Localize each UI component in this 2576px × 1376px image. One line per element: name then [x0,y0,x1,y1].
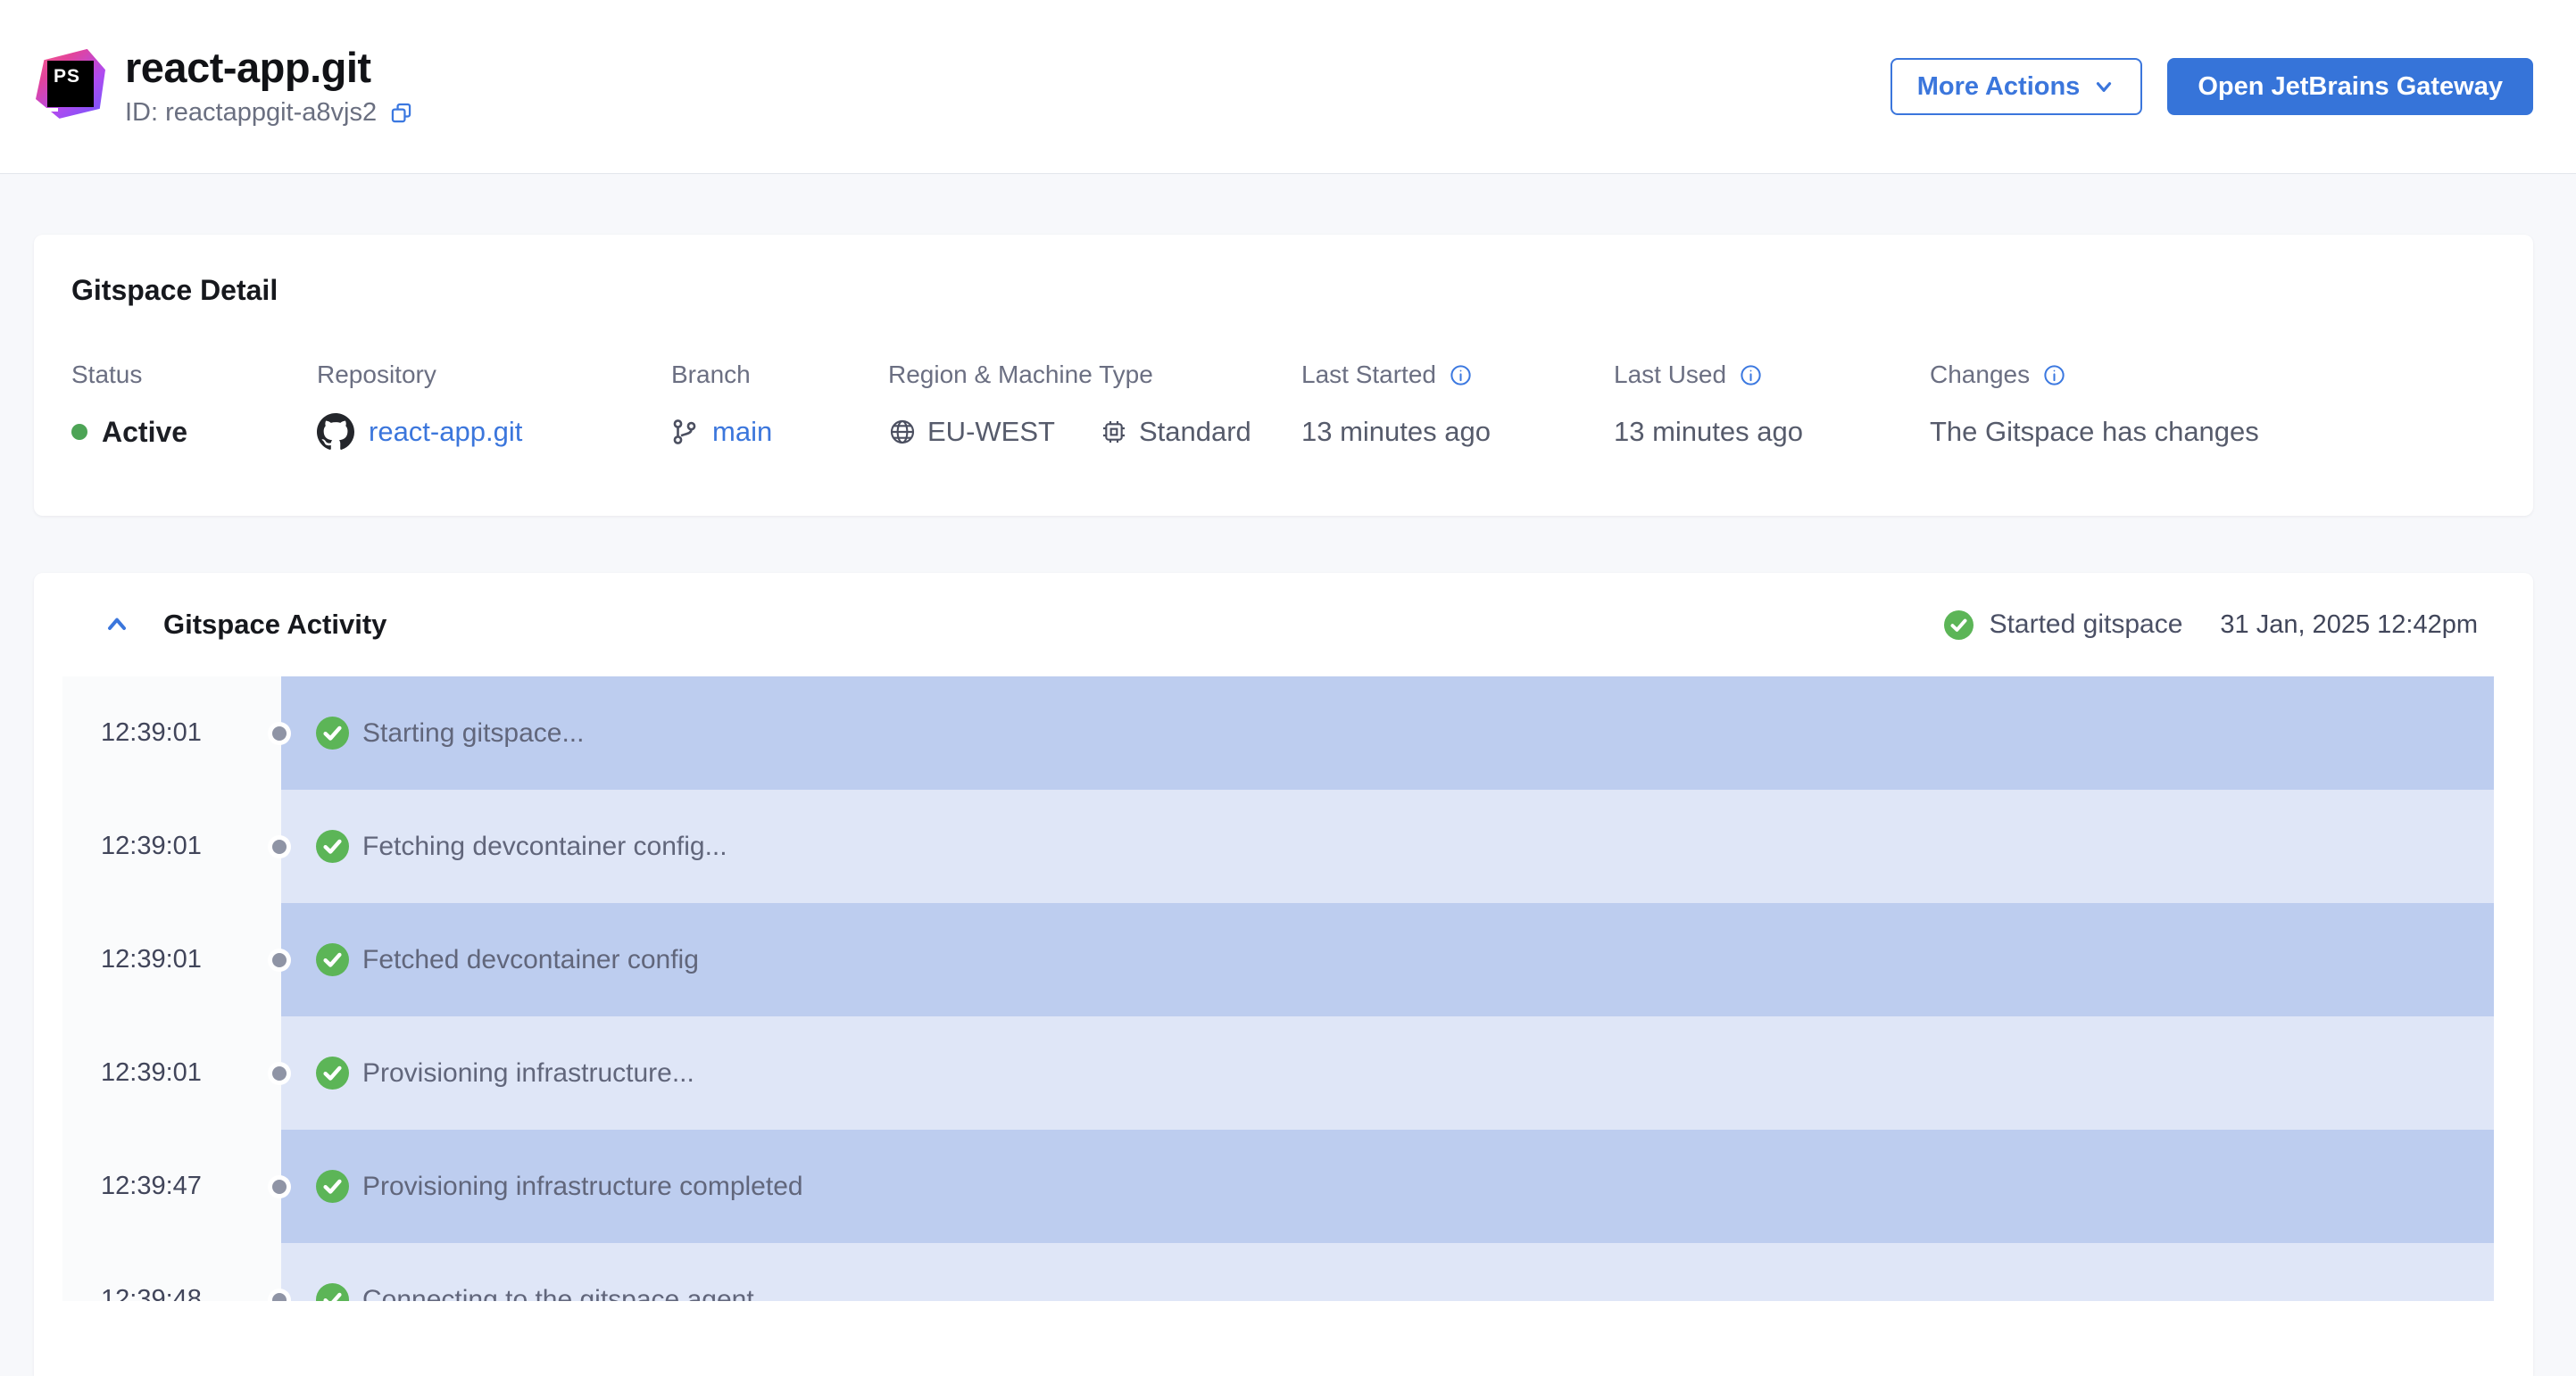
branch-label: Branch [671,361,751,388]
github-icon [317,413,354,451]
log-row: 12:39:01 Provisioning infrastructure... [62,1016,2494,1130]
log-row: 12:39:47 Provisioning infrastructure com… [62,1130,2494,1243]
log-timestamp: 12:39:48 [101,1285,202,1301]
timeline-dot-icon [272,952,287,967]
log-row: 12:39:48 Connecting to the gitspace agen… [62,1243,2494,1301]
chevron-up-icon [103,610,131,639]
cpu-icon [1100,418,1128,446]
log-timestamp: 12:39:47 [101,1172,202,1200]
gitspace-detail-heading: Gitspace Detail [71,274,278,306]
phpstorm-logo-icon: PS [36,48,105,119]
activity-date: 31 Jan, 2025 12:42pm [2220,609,2478,639]
status-active-dot [71,424,87,440]
log-message: Fetched devcontainer config [362,944,699,974]
log-row: 12:39:01 Fetching devcontainer config... [62,790,2494,903]
page-title: react-app.git [125,43,371,91]
log-message: Provisioning infrastructure... [362,1057,694,1088]
activity-status-text: Started gitspace [1989,609,2183,639]
gitspace-detail-card: Gitspace Detail Status Active Repository… [34,235,2533,516]
timeline-dot-icon [272,1179,287,1194]
field-last-used: Last Used 13 minutes ago [1614,361,1930,452]
repository-label: Repository [317,361,436,388]
log-message: Starting gitspace... [362,717,585,748]
check-circle-icon [316,830,349,863]
collapse-activity-button[interactable] [103,610,131,639]
machine-type-value: Standard [1138,416,1251,447]
region-machine-label: Region & Machine Type [888,361,1153,388]
timeline-dot-icon [272,839,287,854]
field-last-started: Last Started 13 minutes ago [1301,361,1614,452]
check-circle-icon [316,943,349,976]
git-branch-icon [671,419,698,445]
timeline-dot-icon [272,725,287,741]
status-value: Active [102,415,188,448]
log-message: Provisioning infrastructure completed [362,1171,803,1201]
timeline-dot-icon [272,1065,287,1081]
globe-icon [888,418,917,446]
info-icon[interactable] [1449,363,1473,387]
region-value: EU-WEST [927,416,1055,447]
log-timestamp: 12:39:01 [101,945,202,974]
success-check-icon [1943,609,1974,640]
branch-link[interactable]: main [712,416,772,448]
field-changes: Changes The Gitspace has changes [1930,361,2496,452]
log-row: 12:39:01 Starting gitspace... [62,676,2494,790]
log-message: Connecting to the gitspace agent... [362,1284,777,1302]
changes-label: Changes [1930,361,2031,388]
log-message: Fetching devcontainer config... [362,831,727,861]
check-circle-icon [316,1057,349,1090]
field-branch: Branch main [671,361,888,452]
copy-icon[interactable] [389,101,413,125]
check-circle-icon [316,717,349,750]
log-timestamp: 12:39:01 [101,1058,202,1087]
more-actions-button[interactable]: More Actions [1890,58,2143,115]
activity-log[interactable]: 12:39:01 Starting gitspace... 12:39:01 F… [62,676,2494,1301]
last-started-label: Last Started [1301,361,1436,388]
last-started-value: 13 minutes ago [1301,416,1491,447]
repository-link[interactable]: react-app.git [369,416,522,448]
field-region-machine: Region & Machine Type EU-WEST Standard [888,361,1301,452]
field-status: Status Active [71,361,317,452]
info-icon[interactable] [2042,363,2066,387]
last-used-label: Last Used [1614,361,1727,388]
log-timestamp: 12:39:01 [101,718,202,747]
log-row: 12:39:01 Fetched devcontainer config [62,903,2494,1016]
check-circle-icon [316,1283,349,1301]
gitspace-activity-heading: Gitspace Activity [163,609,387,640]
last-used-value: 13 minutes ago [1614,416,1803,447]
gitspace-activity-card: Gitspace Activity Started gitspace 31 Ja… [34,573,2533,1376]
info-icon[interactable] [1739,363,1763,387]
status-label: Status [71,361,143,388]
changes-value: The Gitspace has changes [1930,416,2259,447]
open-jetbrains-gateway-button[interactable]: Open JetBrains Gateway [2167,58,2533,115]
check-circle-icon [316,1170,349,1203]
page-header: PS react-app.git ID: reactappgit-a8vjs2 … [0,0,2576,174]
chevron-down-icon [2092,75,2115,98]
timeline-dot-icon [272,1292,287,1301]
field-repository: Repository react-app.git [317,361,671,452]
gitspace-id-label: ID: reactappgit-a8vjs2 [125,98,378,128]
log-timestamp: 12:39:01 [101,832,202,860]
